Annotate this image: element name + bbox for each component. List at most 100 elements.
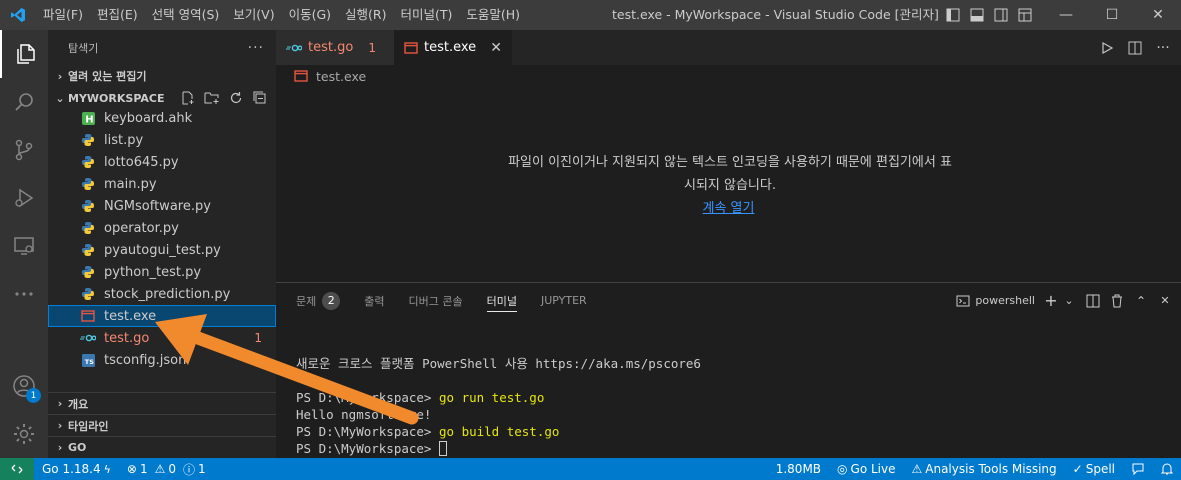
python-icon: [80, 286, 96, 302]
explorer-more-icon[interactable]: ···: [248, 40, 264, 56]
bottom-panel: 문제 2 출력 디버그 콘솔 터미널 JUPYTER powershell + ⌄…: [276, 282, 1181, 458]
new-folder-icon[interactable]: [202, 88, 222, 108]
terminal-shell-name[interactable]: powershell: [975, 294, 1035, 307]
analysis-tools-status[interactable]: ⚠ Analysis Tools Missing: [903, 458, 1064, 480]
spell-status[interactable]: ✓ Spell: [1065, 458, 1123, 480]
go-section[interactable]: › GO: [48, 436, 276, 458]
binary-file-icon: [404, 41, 418, 54]
remote-explorer-icon[interactable]: [0, 222, 48, 270]
tab-label: test.exe: [424, 40, 477, 55]
python-icon: [80, 154, 96, 170]
menu-help[interactable]: 도움말(H): [459, 0, 527, 30]
workspace-section[interactable]: ⌄ MYWORKSPACE: [48, 87, 276, 109]
tab-debug-console[interactable]: 디버그 콘솔: [409, 283, 463, 318]
tab-test-go[interactable]: test.go 1: [276, 30, 394, 65]
menu-file[interactable]: 파일(F): [36, 0, 90, 30]
breadcrumb-file[interactable]: test.exe: [316, 69, 366, 84]
timeline-section[interactable]: › 타임라인: [48, 414, 276, 436]
window-title: test.exe - MyWorkspace - Visual Studio C…: [612, 7, 939, 22]
go-label: GO: [68, 441, 87, 454]
binary-file-icon: [294, 70, 308, 82]
notifications-bell-icon[interactable]: [1153, 458, 1181, 480]
file-item-operator-py[interactable]: operator.py: [48, 217, 276, 239]
tab-output[interactable]: 출력: [364, 283, 384, 318]
maximize-button[interactable]: ☐: [1089, 0, 1135, 30]
accounts-icon[interactable]: 1: [0, 362, 48, 410]
tab-problem-count: 1: [368, 40, 376, 55]
file-item-list-py[interactable]: list.py: [48, 129, 276, 151]
outline-label: 개요: [68, 397, 89, 411]
terminal-dropdown-icon[interactable]: ⌄: [1061, 294, 1077, 307]
refresh-icon[interactable]: [226, 88, 246, 108]
more-views-icon[interactable]: [0, 270, 48, 318]
source-control-icon[interactable]: [0, 126, 48, 174]
python-icon: [80, 242, 96, 258]
menu-view[interactable]: 보기(V): [226, 0, 281, 30]
toggle-sidebar-icon[interactable]: [941, 0, 965, 30]
explorer-icon[interactable]: [0, 30, 48, 78]
menu-selection[interactable]: 선택 영역(S): [145, 0, 227, 30]
collapse-all-icon[interactable]: [250, 88, 270, 108]
settings-gear-icon[interactable]: [0, 410, 48, 458]
tsconfig-icon: TS: [80, 352, 96, 368]
split-terminal-icon[interactable]: [1085, 294, 1101, 308]
run-icon[interactable]: [1097, 38, 1117, 58]
info-icon: ⓘ: [183, 462, 196, 477]
file-item-main-py[interactable]: main.py: [48, 173, 276, 195]
problem-count: 1: [254, 331, 262, 345]
accounts-badge: 1: [26, 388, 41, 403]
tab-test-exe[interactable]: test.exe ✕: [394, 30, 512, 65]
file-item-test-exe[interactable]: test.exe: [48, 305, 276, 327]
go-live-status[interactable]: ◎ Go Live: [829, 458, 903, 480]
breadcrumb: test.exe: [276, 65, 1181, 87]
split-editor-icon[interactable]: [1125, 38, 1145, 58]
tab-problems[interactable]: 문제 2: [296, 283, 341, 318]
file-item-test-go[interactable]: test.go 1: [48, 327, 276, 349]
file-item-keyboard-ahk[interactable]: H keyboard.ahk: [48, 107, 276, 129]
terminal-shell-icon: [955, 294, 971, 308]
python-icon: [80, 264, 96, 280]
file-item-tsconfig-json[interactable]: TS tsconfig.json: [48, 349, 276, 371]
toggle-panel-icon[interactable]: [965, 0, 989, 30]
menu-run[interactable]: 실행(R): [338, 0, 393, 30]
go-version-status[interactable]: Go 1.18.4 ϟ: [34, 458, 119, 480]
memory-status[interactable]: 1.80MB: [768, 458, 829, 480]
python-icon: [80, 220, 96, 236]
toggle-secondary-sidebar-icon[interactable]: [989, 0, 1013, 30]
file-item-ngmsoftware-py[interactable]: NGMsoftware.py: [48, 195, 276, 217]
close-tab-icon[interactable]: ✕: [490, 40, 502, 56]
tab-jupyter[interactable]: JUPYTER: [541, 283, 587, 318]
terminal-output[interactable]: 새로운 크로스 플랫폼 PowerShell 사용 https://aka.ms…: [296, 355, 701, 457]
close-panel-icon[interactable]: ✕: [1157, 294, 1173, 307]
menu-terminal[interactable]: 터미널(T): [394, 0, 460, 30]
open-editors-section[interactable]: › 열려 있는 편집기: [48, 65, 276, 87]
problems-status[interactable]: ⊗ 1 ⚠ 0 ⓘ 1: [119, 458, 214, 480]
explorer-title: 탐색기: [68, 41, 99, 55]
open-editors-label: 열려 있는 편집기: [68, 70, 147, 83]
open-anyway-link[interactable]: 계속 열기: [703, 201, 755, 216]
file-item-python-test-py[interactable]: python_test.py: [48, 261, 276, 283]
customize-layout-icon[interactable]: [1013, 0, 1037, 30]
remote-indicator-icon[interactable]: [0, 458, 34, 480]
menu-go[interactable]: 이동(G): [282, 0, 338, 30]
more-actions-icon[interactable]: ···: [1153, 38, 1173, 58]
file-item-lotto645-py[interactable]: lotto645.py: [48, 151, 276, 173]
close-window-button[interactable]: ✕: [1135, 0, 1181, 30]
new-file-icon[interactable]: [178, 88, 198, 108]
menu-edit[interactable]: 편집(E): [90, 0, 145, 30]
chevron-right-icon: ›: [57, 441, 63, 454]
maximize-panel-icon[interactable]: ⌃: [1133, 294, 1149, 308]
run-debug-icon[interactable]: [0, 174, 48, 222]
file-item-pyautogui-test-py[interactable]: pyautogui_test.py: [48, 239, 276, 261]
minimize-button[interactable]: —: [1043, 0, 1089, 30]
feedback-icon[interactable]: [1123, 458, 1153, 480]
outline-section[interactable]: › 개요: [48, 392, 276, 414]
tab-terminal[interactable]: 터미널: [486, 283, 518, 318]
ahk-icon: H: [80, 110, 96, 126]
file-item-stock-prediction-py[interactable]: stock_prediction.py: [48, 283, 276, 305]
new-terminal-icon[interactable]: +: [1043, 291, 1059, 310]
warning-icon: ⚠: [154, 462, 166, 476]
python-icon: [80, 132, 96, 148]
trash-icon[interactable]: [1109, 294, 1125, 308]
search-icon[interactable]: [0, 78, 48, 126]
